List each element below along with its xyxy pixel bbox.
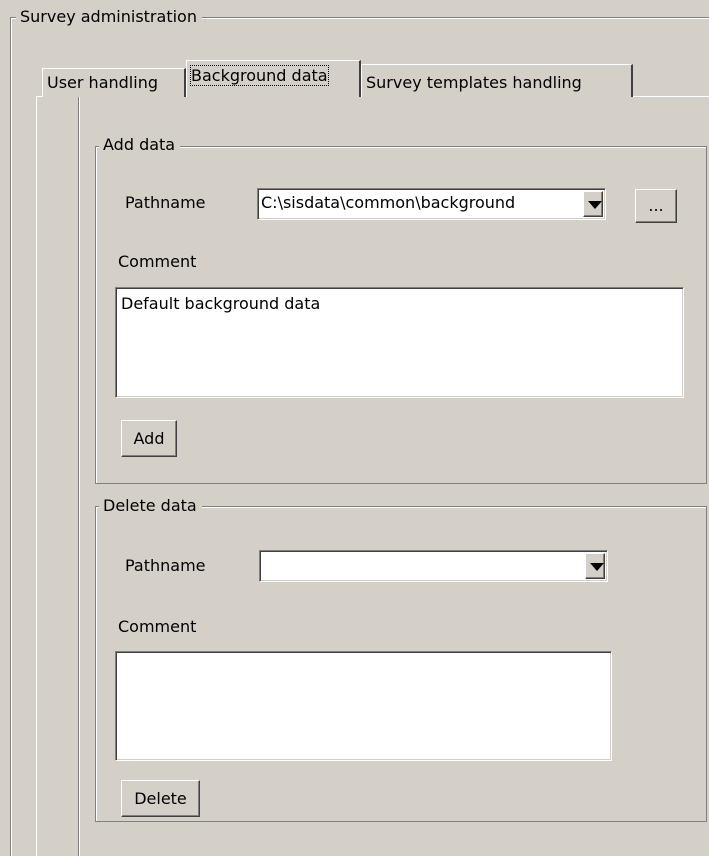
add-comment-label: Comment [118,252,197,271]
tab-background-data-label: Background data [190,65,329,86]
tab-page-inner-divider-shadow [78,97,79,856]
browse-button[interactable]: ... [635,189,677,223]
add-pathname-value: C:\sisdata\common\background [261,193,516,212]
add-button[interactable]: Add [121,420,177,457]
tab-user-handling[interactable]: User handling [42,68,186,97]
survey-administration-title: Survey administration [16,7,202,27]
chevron-down-icon [588,201,602,209]
delete-comment-textarea[interactable] [115,651,612,761]
delete-button[interactable]: Delete [121,780,200,817]
add-pathname-combobox[interactable]: C:\sisdata\common\background [257,188,606,220]
add-comment-textarea[interactable]: Default background data [115,287,684,398]
delete-data-title: Delete data [99,496,202,516]
browse-button-label: ... [648,196,664,215]
tab-user-handling-label: User handling [47,73,158,92]
add-pathname-label: Pathname [125,193,206,212]
add-comment-value: Default background data [121,294,321,313]
add-data-title: Add data [99,135,181,155]
add-button-label: Add [133,429,165,448]
tab-survey-templates-handling[interactable]: Survey templates handling [361,64,633,97]
delete-pathname-label: Pathname [125,556,206,575]
delete-comment-label: Comment [118,617,197,636]
delete-button-label: Delete [134,789,187,808]
tab-background-data[interactable]: Background data [186,60,361,97]
add-pathname-dropdown-button[interactable] [583,191,603,217]
delete-pathname-dropdown-button[interactable] [585,553,605,579]
delete-pathname-combobox[interactable] [259,550,608,582]
tab-survey-templates-handling-label: Survey templates handling [366,73,582,92]
chevron-down-icon [590,563,604,571]
tab-page-inner-divider [79,97,80,856]
